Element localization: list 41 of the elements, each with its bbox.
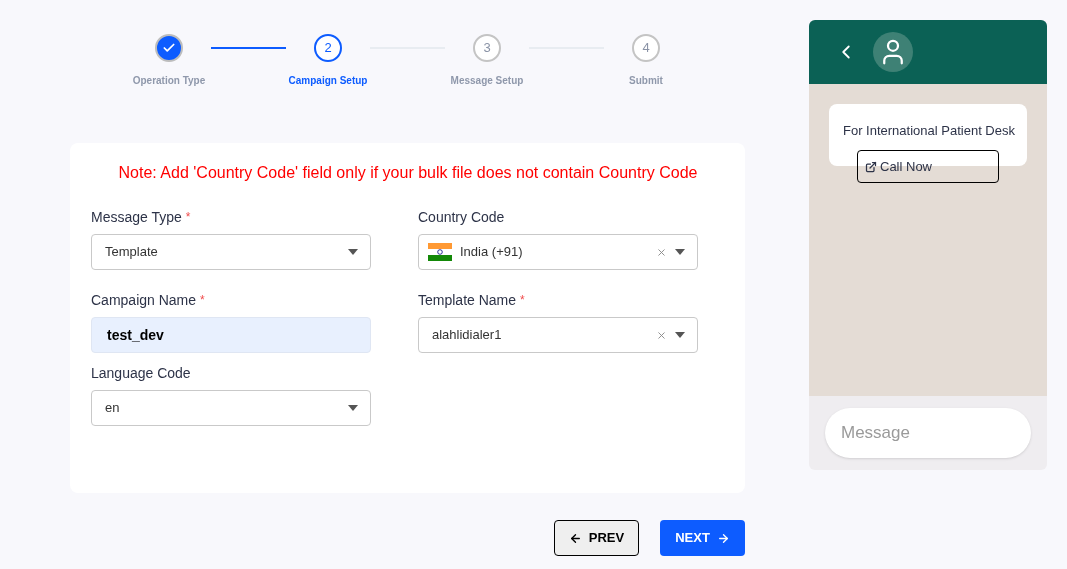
select-field[interactable]: alahlidialer1 — [418, 317, 698, 353]
note-text: Note: Add 'Country Code' field only if your bulk file does not contain Country Code — [117, 163, 699, 183]
external-link-icon — [865, 160, 877, 173]
dropdown-arrow-icon — [675, 332, 685, 338]
select-value: en — [104, 399, 121, 418]
call-now-button[interactable]: Call Now — [857, 150, 999, 183]
check-icon — [162, 41, 176, 55]
next-button[interactable]: NEXT — [660, 520, 745, 556]
required-mark: * — [185, 209, 191, 226]
select-field[interactable]: Template — [91, 234, 371, 270]
step-label: Operation Type — [132, 74, 206, 88]
clear-icon[interactable] — [656, 246, 667, 258]
dropdown-arrow-icon — [348, 405, 358, 411]
step-label: Submit — [629, 74, 663, 88]
select-value: Template — [104, 243, 159, 262]
required-mark: * — [200, 292, 205, 309]
flag-icon — [428, 243, 452, 261]
field-label: Template Name — [418, 290, 517, 310]
required-mark: * — [520, 292, 525, 309]
text-field[interactable]: test_dev — [91, 317, 371, 353]
step-label: Message Setup — [450, 74, 524, 88]
clear-icon[interactable] — [656, 329, 667, 341]
step-label: Campaign Setup — [288, 74, 368, 88]
field-label: Message Type — [91, 207, 182, 227]
field-label: Country Code — [418, 207, 505, 227]
message-text: For International Patient Desk — [843, 123, 1015, 138]
select-value: alahlidialer1 — [431, 326, 503, 345]
select-field[interactable]: India (+91) — [418, 234, 698, 270]
step-number: 3 — [483, 39, 491, 58]
step-number: 2 — [324, 39, 332, 58]
dropdown-arrow-icon — [675, 249, 685, 255]
select-field[interactable]: en — [91, 390, 371, 426]
prev-button[interactable]: PREV — [554, 520, 639, 556]
select-value: India (+91) — [460, 243, 524, 262]
arrow-right-icon — [716, 531, 730, 545]
field-label: Language Code — [91, 363, 191, 383]
arrow-left-icon — [568, 531, 582, 545]
step-number: 4 — [642, 39, 650, 58]
field-label: Campaign Name — [91, 290, 197, 310]
dropdown-arrow-icon — [348, 249, 358, 255]
message-field[interactable]: Message — [825, 408, 1031, 458]
